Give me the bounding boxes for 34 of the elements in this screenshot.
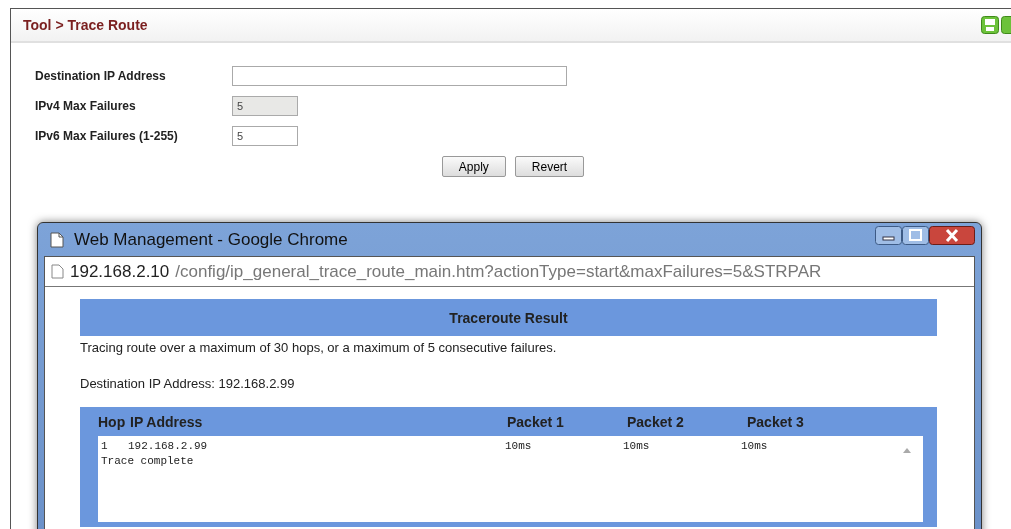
packet-cell-text: 10ms xyxy=(623,439,651,454)
form-button[interactable]: Revert xyxy=(514,156,585,177)
page-title: Tool > Trace Route xyxy=(23,17,148,33)
address-bar[interactable]: 192.168.2.10 /config/ip_general_trace_route_main.htm?actionType=start&maxFailures=5&STRPAR xyxy=(45,257,974,287)
result-header: Traceroute Result xyxy=(80,299,937,336)
column-header: IP Address xyxy=(130,413,204,430)
url-host: 192.168.2.10 xyxy=(70,261,170,282)
column-header: Hop xyxy=(98,413,127,430)
column-header: Packet 3 xyxy=(747,413,805,430)
packet-cell-text: 10ms xyxy=(505,439,533,454)
column-header: Packet 2 xyxy=(627,413,685,430)
page-icon xyxy=(51,264,64,279)
field-label: Destination IP Address xyxy=(35,69,167,83)
field-label: IPv6 Max Failures (1-255) xyxy=(35,129,179,143)
input-field[interactable]: 5 xyxy=(232,126,298,146)
maximize-icon[interactable] xyxy=(902,226,929,245)
ip-cell-text: 192.168.2.99 xyxy=(128,439,209,454)
window-title: Web Management - Google Chrome xyxy=(74,229,348,250)
summary-text: Tracing route over a maximum of 30 hops, or a maximum of 5 consecutive failures. xyxy=(80,339,558,355)
scroll-up-icon[interactable] xyxy=(903,448,911,453)
destination-label: Destination IP Address: xyxy=(80,376,215,391)
packet-cell-text: 10ms xyxy=(741,439,769,454)
destination-value: 192.168.2.99 xyxy=(218,376,295,391)
close-icon[interactable] xyxy=(929,226,975,245)
url-path: /config/ip_general_trace_route_main.htm?actionType=start&maxFailures=5&STRPAR xyxy=(175,261,822,282)
status-text: Trace complete xyxy=(101,454,194,469)
field-label: IPv4 Max Failures xyxy=(35,99,137,113)
hop-cell-text: 1 xyxy=(101,439,109,454)
save-icon[interactable] xyxy=(981,16,999,34)
column-header: Packet 1 xyxy=(507,413,565,430)
input-field[interactable] xyxy=(232,66,567,86)
minimize-icon[interactable] xyxy=(875,226,902,245)
form-button[interactable]: Apply xyxy=(441,156,506,177)
page-icon xyxy=(50,231,64,248)
